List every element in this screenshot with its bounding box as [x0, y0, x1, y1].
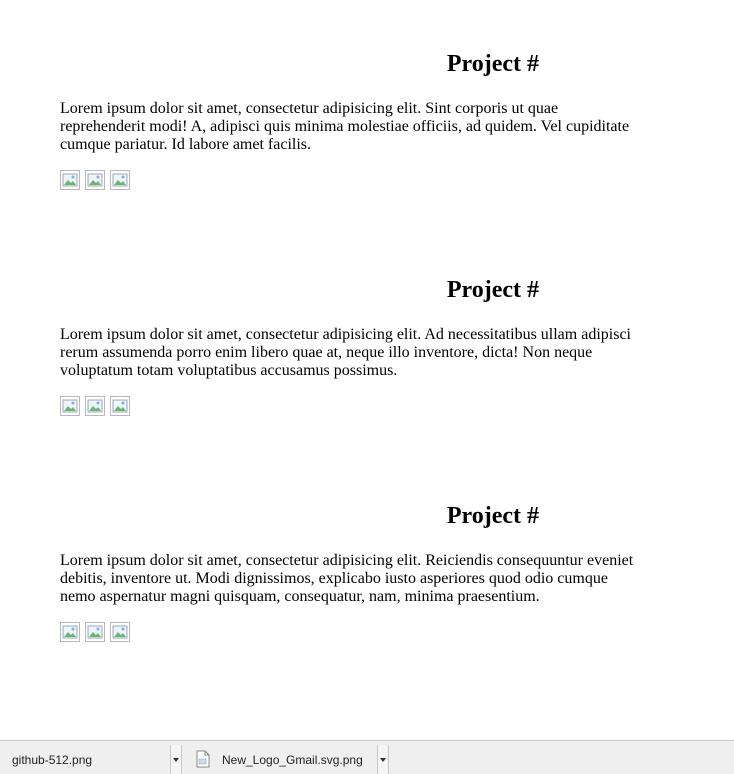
- broken-image-icon[interactable]: [110, 396, 130, 416]
- broken-image-icon[interactable]: [60, 622, 80, 642]
- project-icons: [60, 170, 640, 190]
- chevron-down-icon: [380, 758, 386, 762]
- broken-image-icon[interactable]: [85, 396, 105, 416]
- broken-image-icon[interactable]: [85, 622, 105, 642]
- download-filename: New_Logo_Gmail.svg.png: [222, 753, 363, 767]
- broken-image-icon[interactable]: [60, 396, 80, 416]
- project-description: Lorem ipsum dolor sit amet, consectetur …: [60, 552, 634, 605]
- page-content: Project # Lorem ipsum dolor sit amet, co…: [0, 0, 734, 740]
- download-filename: github-512.png: [12, 753, 93, 767]
- project-title: Project #: [446, 51, 539, 77]
- project-title: Project #: [446, 277, 539, 303]
- image-file-icon: [196, 750, 212, 770]
- broken-image-icon[interactable]: [85, 170, 105, 190]
- project-description: Lorem ipsum dolor sit amet, consectetur …: [60, 100, 630, 153]
- broken-image-icon[interactable]: [110, 170, 130, 190]
- project-1: Project # Lorem ipsum dolor sit amet, co…: [60, 50, 640, 190]
- download-shelf: github-512.png New_Logo_Gmail.svg.png: [0, 740, 734, 774]
- download-item-2[interactable]: New_Logo_Gmail.svg.png: [196, 745, 374, 774]
- project-2: Project # Lorem ipsum dolor sit amet, co…: [60, 276, 640, 416]
- project-title: Project #: [446, 503, 539, 529]
- broken-image-icon[interactable]: [110, 622, 130, 642]
- project-description: Lorem ipsum dolor sit amet, consectetur …: [60, 326, 631, 379]
- broken-image-icon[interactable]: [60, 170, 80, 190]
- project-3: Project # Lorem ipsum dolor sit amet, co…: [60, 502, 640, 642]
- chevron-down-icon: [173, 758, 179, 762]
- download-item-1[interactable]: github-512.png: [12, 745, 172, 774]
- project-icons: [60, 622, 640, 642]
- download-menu-button[interactable]: [377, 745, 389, 774]
- download-menu-button[interactable]: [170, 745, 182, 774]
- project-icons: [60, 396, 640, 416]
